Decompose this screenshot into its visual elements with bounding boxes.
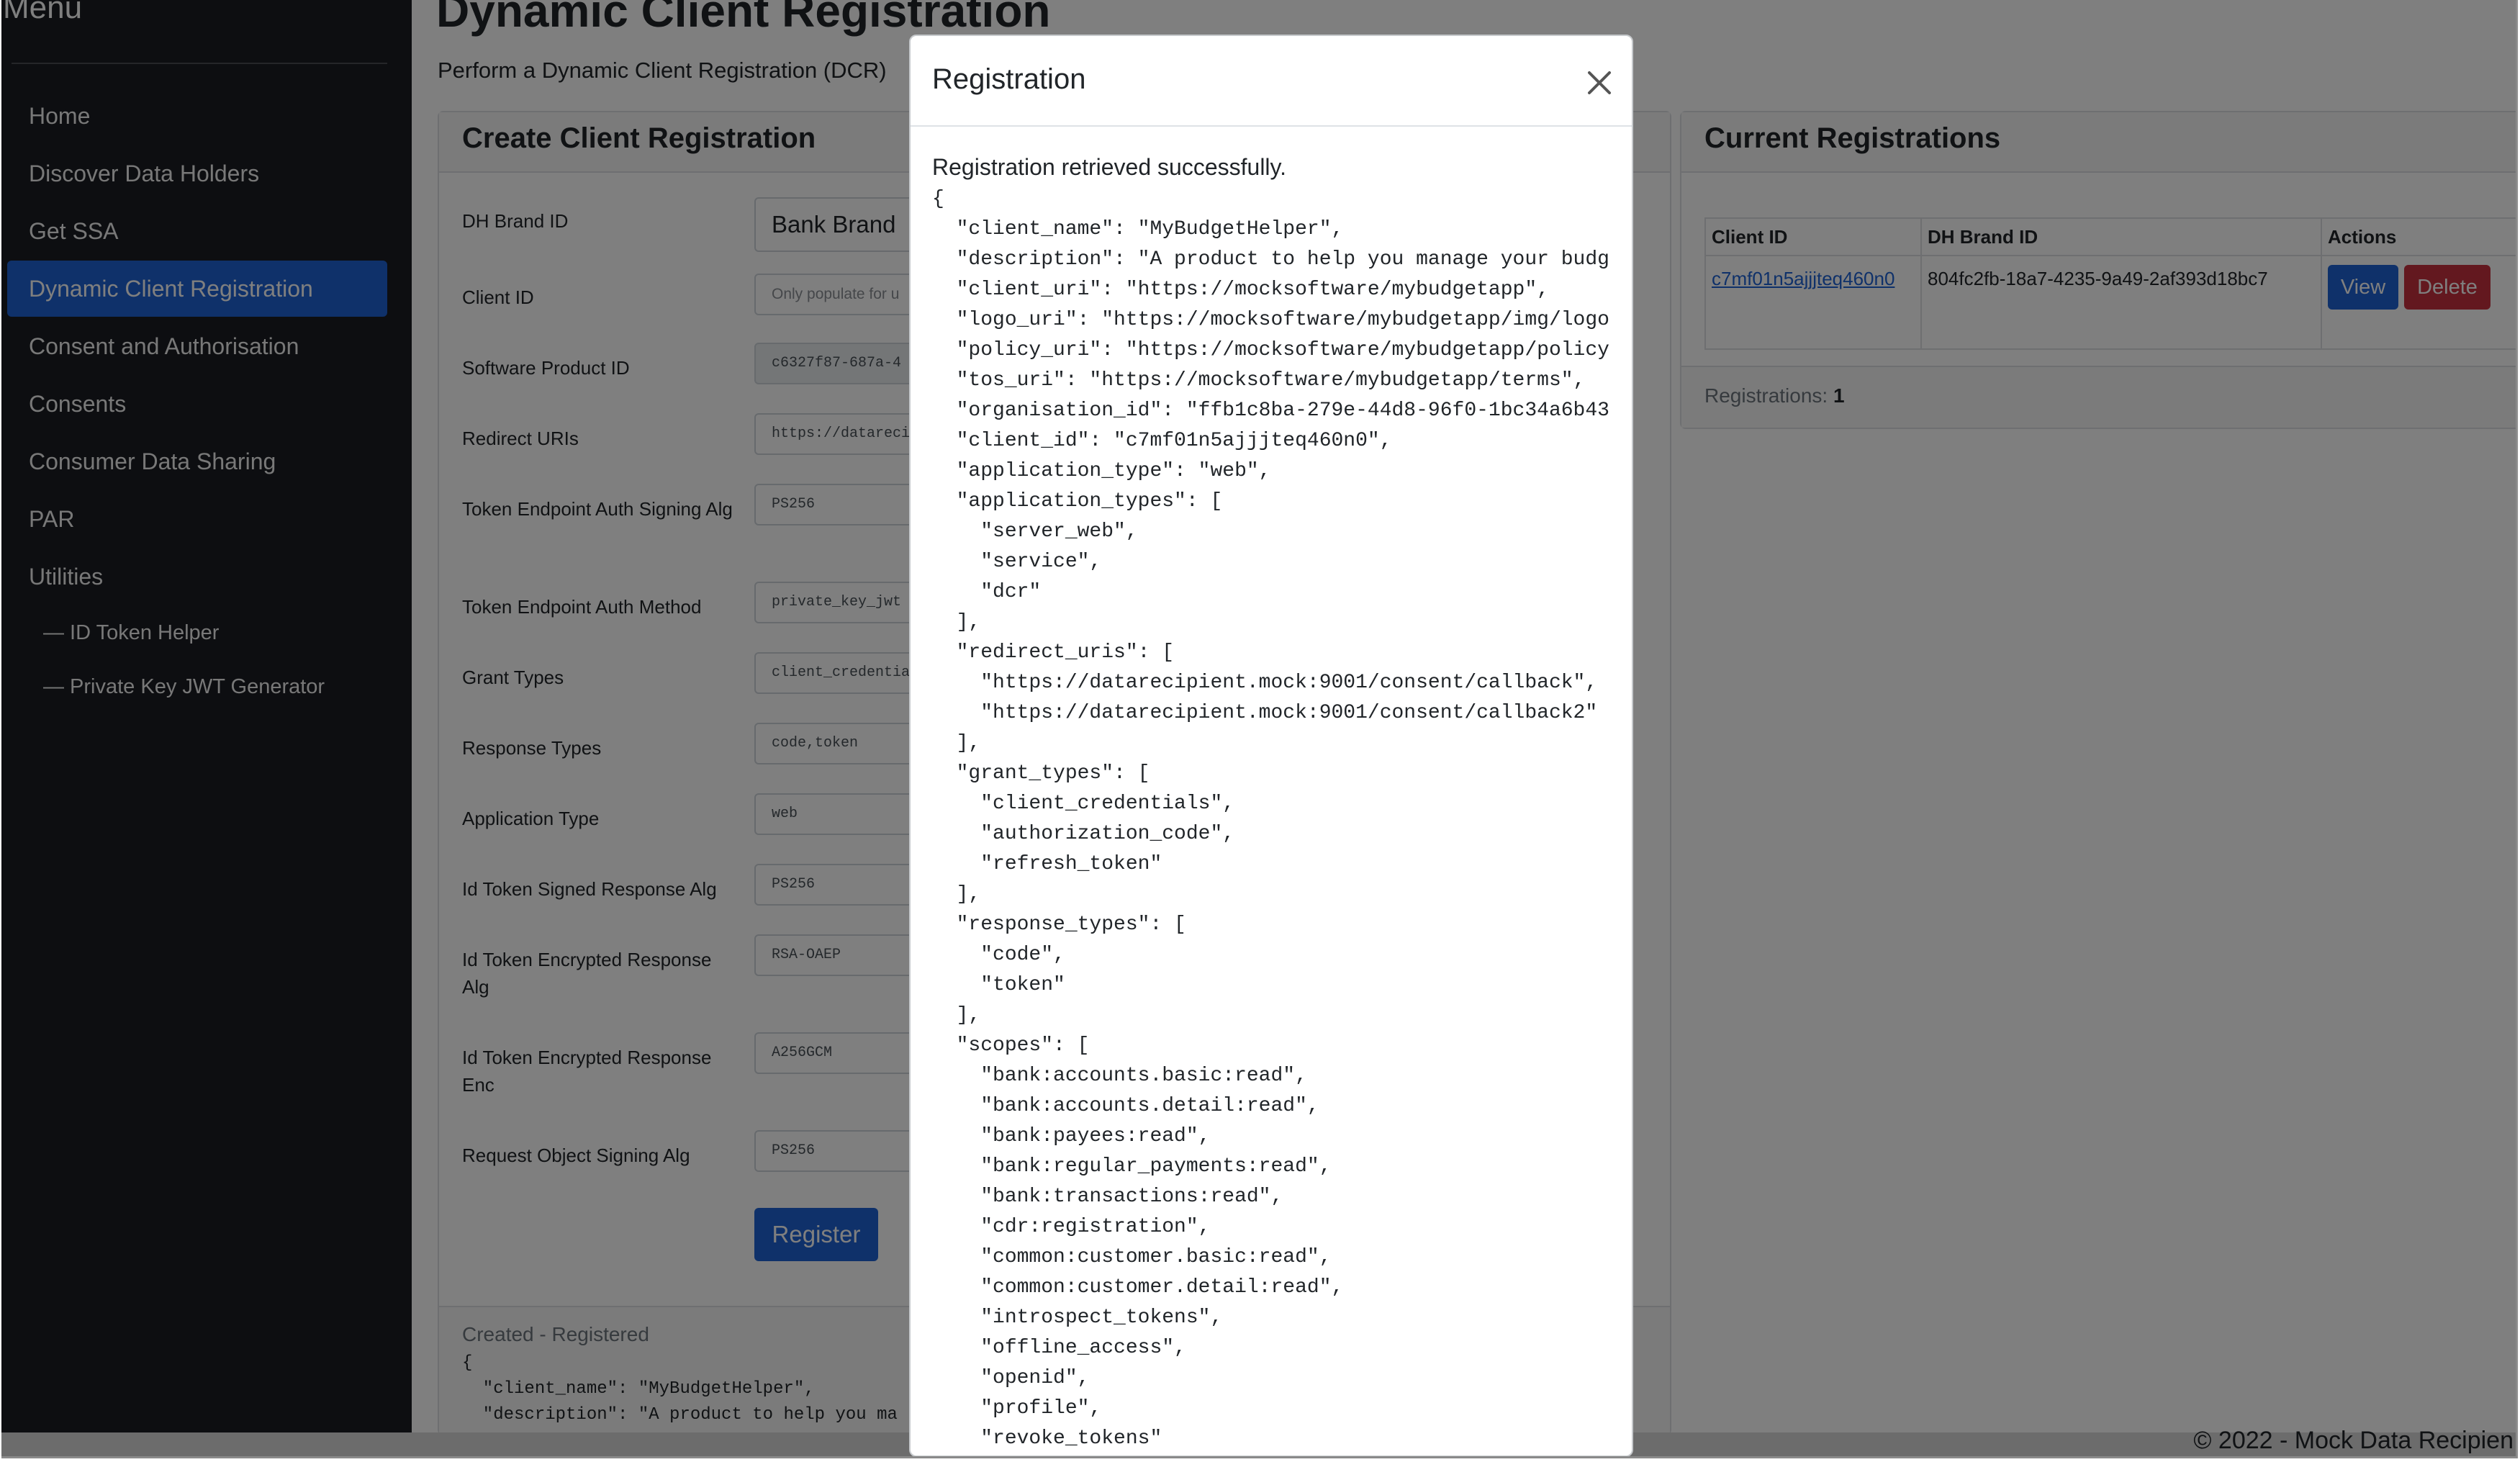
modal-header: Registration	[911, 36, 1632, 127]
modal-title: Registration	[932, 63, 1086, 95]
registration-modal: Registration Registration retrieved succ…	[909, 35, 1633, 1456]
close-icon[interactable]	[1580, 63, 1619, 102]
app-window: Menu Home Discover Data Holders Get SSA …	[1, 0, 2518, 1458]
modal-status: Registration retrieved successfully.	[932, 154, 1287, 180]
registration-json: { "client_name": "MyBudgetHelper", "desc…	[932, 188, 1609, 1450]
